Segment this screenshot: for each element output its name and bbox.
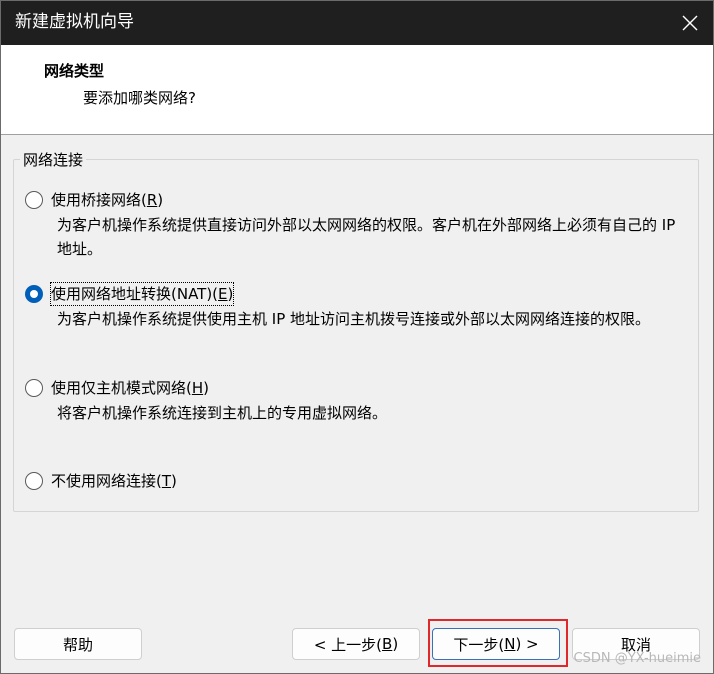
option-nat-label[interactable]: 使用网络地址转换(NAT)(E) bbox=[49, 282, 235, 306]
option-nat-description: 为客户机操作系统提供使用主机 IP 地址访问主机拨号连接或外部以太网网络连接的权… bbox=[57, 310, 651, 328]
option-host-only-description: 将客户机操作系统连接到主机上的专用虚拟网络。 bbox=[57, 404, 388, 422]
close-button[interactable] bbox=[667, 1, 713, 45]
radio-nat[interactable] bbox=[25, 285, 43, 303]
option-bridged-label[interactable]: 使用桥接网络(R) bbox=[51, 189, 163, 211]
option-no-network-label[interactable]: 不使用网络连接(T) bbox=[51, 470, 177, 492]
radio-host-only[interactable] bbox=[25, 379, 43, 397]
radio-bridged[interactable] bbox=[25, 191, 43, 209]
next-button[interactable]: 下一步(N) > bbox=[432, 628, 560, 660]
network-connection-group bbox=[13, 159, 699, 512]
page-subtitle: 要添加哪类网络? bbox=[83, 89, 196, 107]
close-icon bbox=[682, 15, 698, 31]
window-title: 新建虚拟机向导 bbox=[15, 12, 134, 32]
page-title: 网络类型 bbox=[44, 62, 105, 80]
back-button[interactable]: < 上一步(B) bbox=[292, 628, 420, 660]
watermark: CSDN @YX-hueimie bbox=[573, 651, 701, 666]
option-host-only-label[interactable]: 使用仅主机模式网络(H) bbox=[51, 377, 209, 399]
wizard-window: 新建虚拟机向导 网络类型 要添加哪类网络? 网络连接 使用桥接网络(R) 为客户… bbox=[0, 0, 714, 674]
header-panel: 网络类型 要添加哪类网络? bbox=[1, 45, 713, 135]
radio-no-network[interactable] bbox=[25, 472, 43, 490]
option-bridged-description: 为客户机操作系统提供直接访问外部以太网网络的权限。客户机在外部网络上必须有自己的… bbox=[57, 216, 676, 258]
group-label: 网络连接 bbox=[20, 149, 87, 170]
help-button[interactable]: 帮助 bbox=[14, 628, 142, 660]
title-bar: 新建虚拟机向导 bbox=[1, 1, 713, 45]
